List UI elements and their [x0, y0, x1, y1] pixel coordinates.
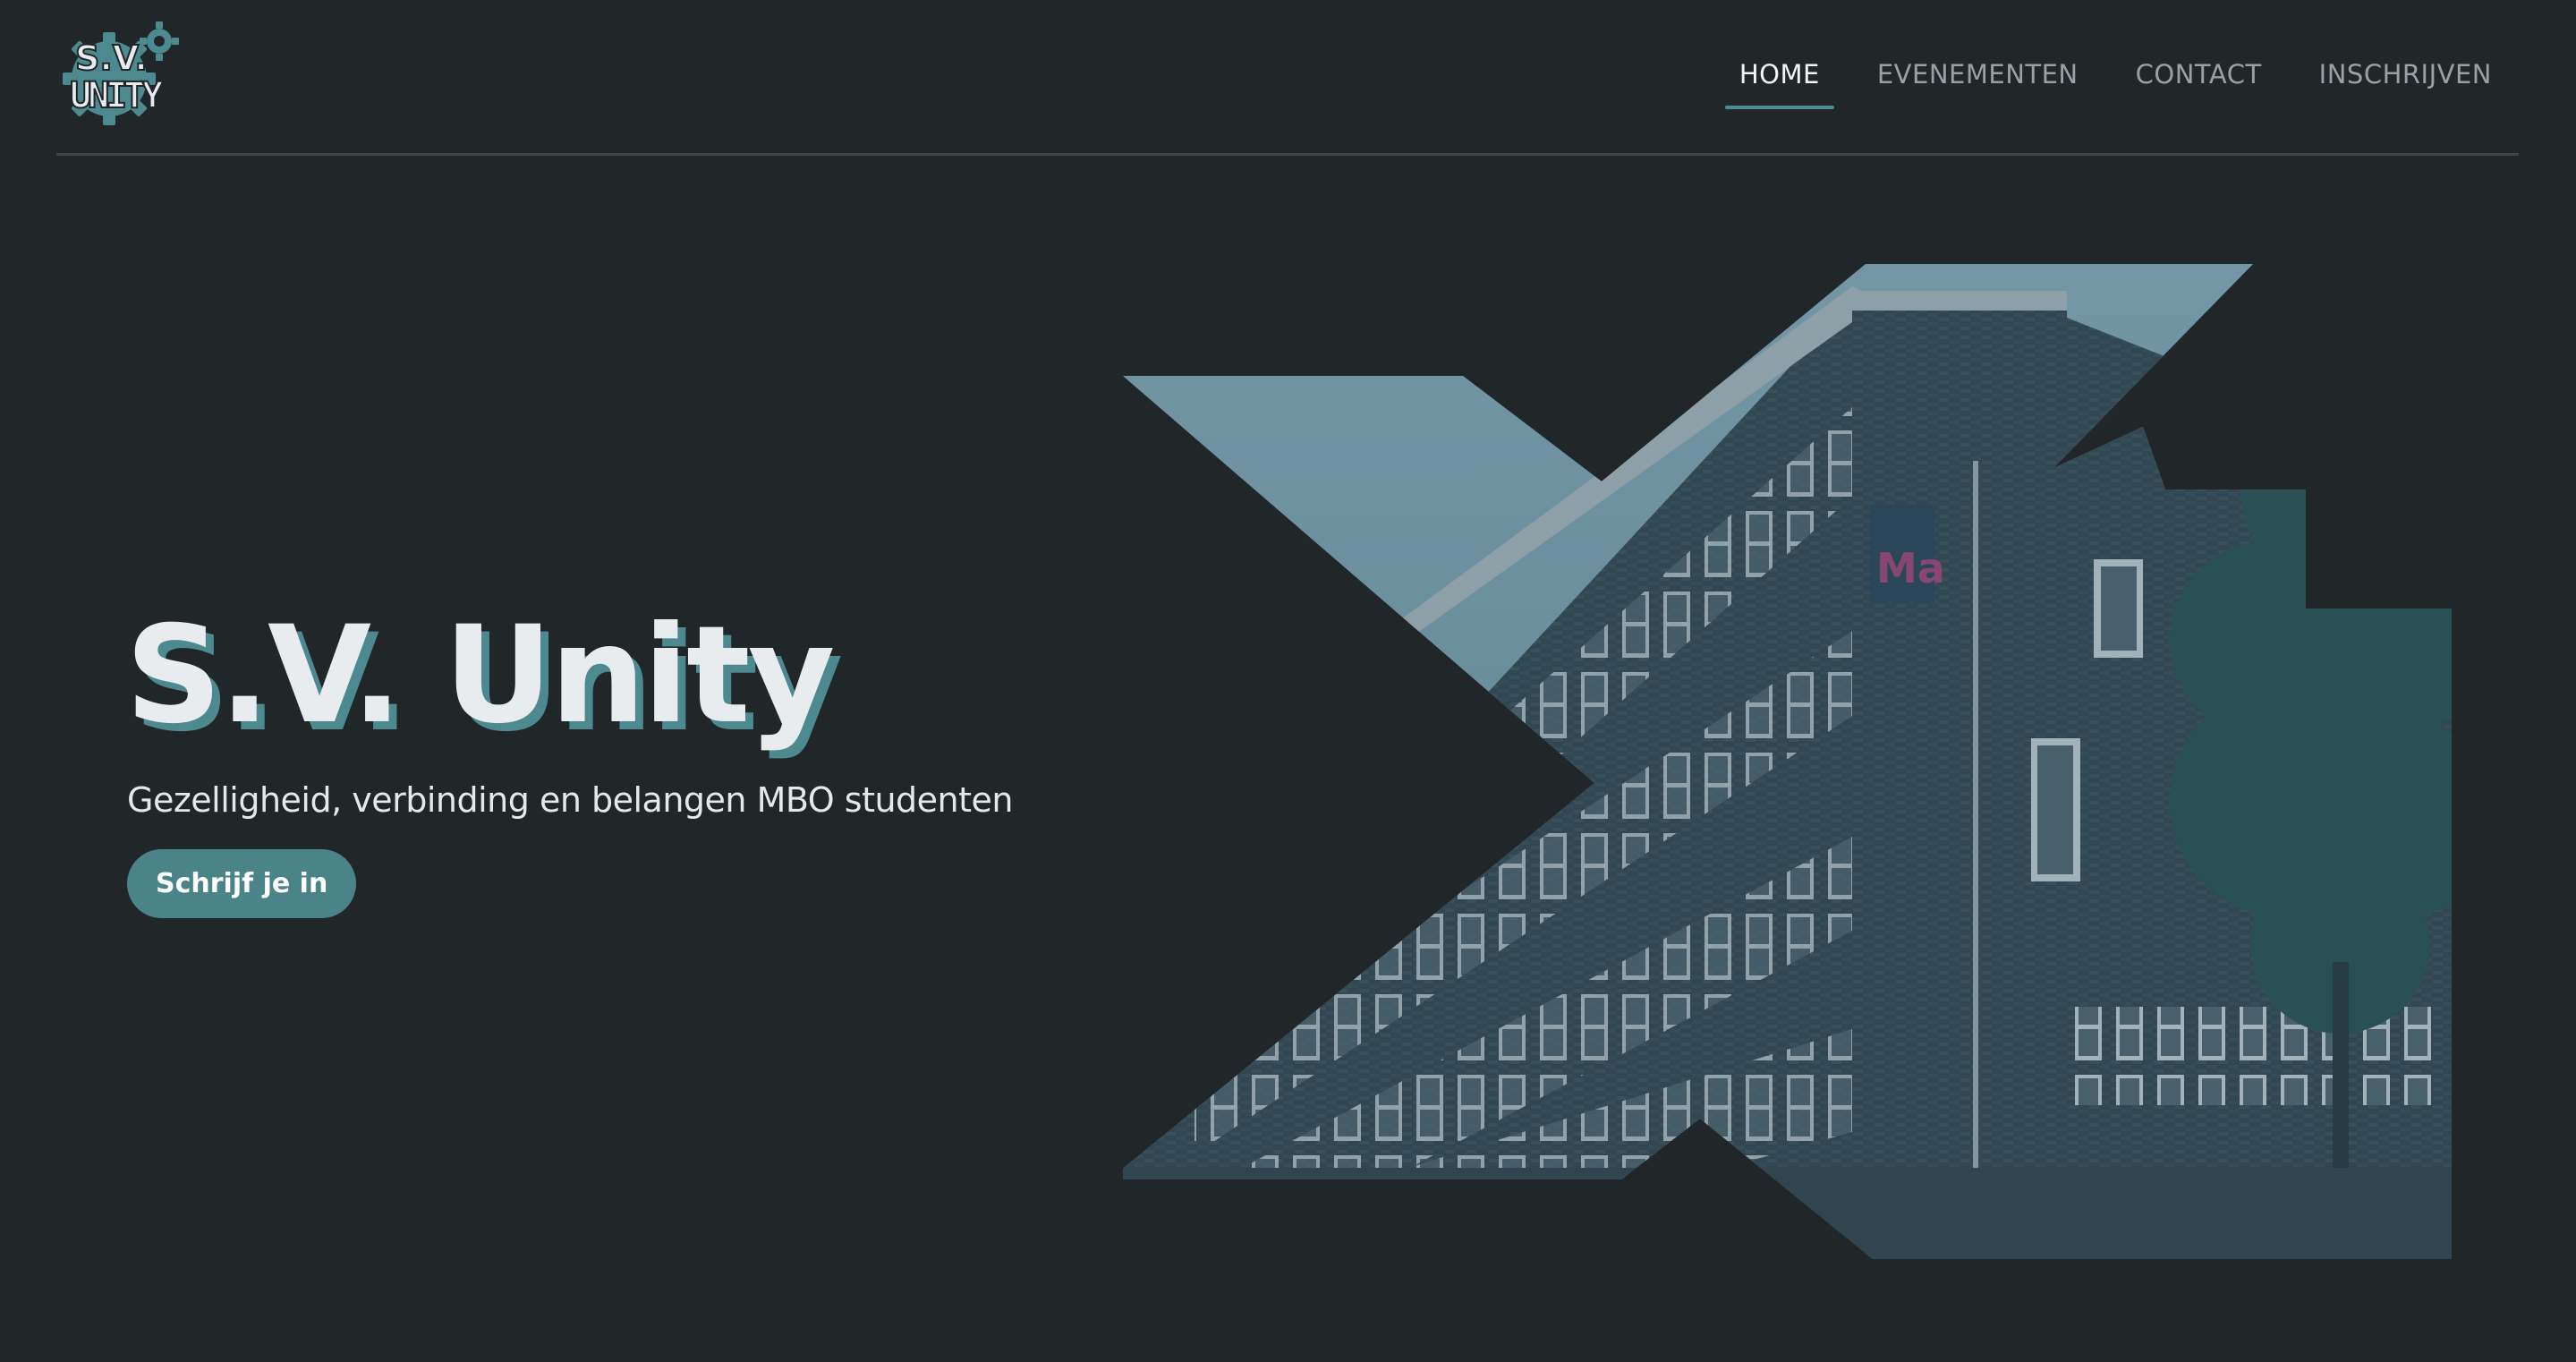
- signup-button[interactable]: Schrijf je in: [127, 849, 357, 918]
- header-divider: [56, 153, 2519, 156]
- logo-text-bottom: UNITY: [70, 75, 163, 116]
- logo-text-top: S.V.: [75, 38, 148, 78]
- gear-logo-icon: S.V. UNITY: [63, 21, 179, 125]
- building-photo: Ma: [1123, 264, 2452, 1259]
- main-nav: HOME EVENEMENTEN CONTACT INSCHRIJVEN: [1696, 52, 2506, 109]
- nav-item-evenementen[interactable]: EVENEMENTEN: [1863, 52, 2093, 109]
- nav-item-inschrijven[interactable]: INSCHRIJVEN: [2305, 52, 2506, 109]
- hero-subtitle: Gezelligheid, verbinding en belangen MBO…: [127, 780, 1014, 820]
- nav-item-contact[interactable]: CONTACT: [2121, 52, 2276, 109]
- page: S.V. UNITY HOME EVENEMENTEN CONTACT INSC…: [0, 0, 2576, 1362]
- hero-building-image: Ma: [1123, 264, 2452, 1266]
- nav-item-home[interactable]: HOME: [1724, 52, 1834, 109]
- hero-title: S.V. Unity: [125, 598, 835, 753]
- site-logo[interactable]: S.V. UNITY: [54, 18, 188, 134]
